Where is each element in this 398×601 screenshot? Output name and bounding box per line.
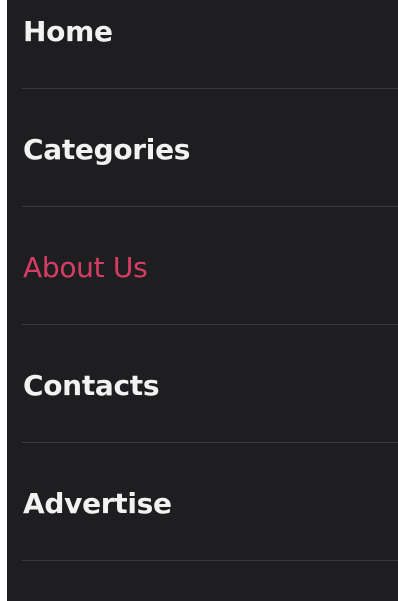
nav-item-label: Contacts [23, 369, 160, 402]
nav-item-contacts[interactable]: Contacts [22, 325, 398, 443]
nav-item-label: Advertise [23, 487, 172, 520]
nav-item-label: About Us [23, 251, 148, 284]
nav-item-about-us[interactable]: About Us [22, 207, 398, 325]
nav-list: Home Categories About Us Contacts Advert… [7, 0, 398, 561]
nav-item-categories[interactable]: Categories [22, 89, 398, 207]
nav-item-home[interactable]: Home [22, 0, 398, 89]
nav-item-advertise[interactable]: Advertise [22, 443, 398, 561]
nav-item-label: Home [23, 15, 113, 48]
side-navigation-menu: Home Categories About Us Contacts Advert… [7, 0, 398, 601]
nav-item-label: Categories [23, 133, 191, 166]
